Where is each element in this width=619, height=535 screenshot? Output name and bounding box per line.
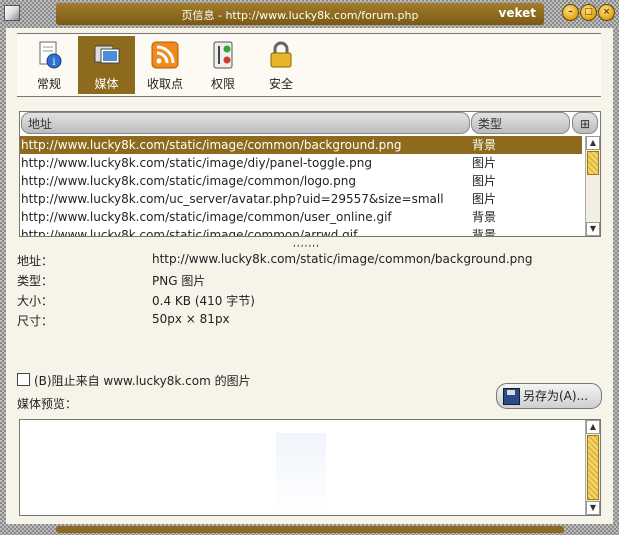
preview-scroll-thumb[interactable]: [587, 435, 599, 500]
minimize-button[interactable]: –: [562, 4, 579, 21]
table-row[interactable]: http://www.lucky8k.com/static/image/comm…: [20, 208, 582, 226]
row-address: http://www.lucky8k.com/static/image/comm…: [21, 138, 402, 152]
window-frame-right: [613, 28, 619, 535]
address-value: http://www.lucky8k.com/static/image/comm…: [152, 252, 533, 266]
row-type: 背景: [472, 138, 497, 152]
table-row[interactable]: http://www.lucky8k.com/static/image/comm…: [20, 136, 582, 154]
tab-general-label: 常规: [36, 77, 61, 91]
window-frame-bottom-handle[interactable]: [56, 526, 564, 533]
pane-splitter[interactable]: ,,,,,,,: [293, 239, 320, 249]
dimensions-value: 50px × 81px: [152, 312, 230, 326]
row-type: 背景: [472, 228, 497, 237]
close-button[interactable]: ×: [598, 4, 615, 21]
media-list[interactable]: 地址 类型 ⊞ http://www.lucky8k.com/static/im…: [19, 111, 601, 237]
general-info-icon: i: [39, 41, 62, 69]
table-row[interactable]: http://www.lucky8k.com/static/image/comm…: [20, 226, 582, 237]
window-frame-left: [0, 28, 6, 535]
column-picker-icon[interactable]: ⊞: [572, 112, 598, 134]
window-menu-icon[interactable]: [4, 5, 20, 21]
address-label: 地址：: [17, 254, 54, 268]
row-type: 图片: [472, 174, 497, 188]
column-header-type[interactable]: 类型: [471, 112, 570, 134]
tab-feeds-label: 收取点: [146, 77, 183, 91]
tab-permissions-label: 权限: [210, 77, 235, 91]
block-images-label[interactable]: (B)阻止来自 www.lucky8k.com 的图片: [34, 372, 251, 389]
media-preview: ▲ ▼: [19, 419, 601, 516]
tab-permissions[interactable]: 权限: [195, 36, 251, 94]
tab-media[interactable]: 媒体: [78, 36, 135, 94]
media-icon: [94, 45, 119, 64]
tab-media-label: 媒体: [94, 77, 119, 91]
dimensions-label: 尺寸：: [17, 314, 54, 328]
table-row[interactable]: http://www.lucky8k.com/static/image/comm…: [20, 172, 582, 190]
media-list-scrollbar[interactable]: ▲ ▼: [585, 136, 600, 236]
tab-general[interactable]: i 常规: [21, 36, 77, 94]
row-type: 背景: [472, 210, 497, 224]
title-center: 页信息 - http://www.lucky8k.com/forum.php v…: [56, 3, 544, 25]
media-preview-label: 媒体预览：: [17, 397, 78, 411]
save-icon: [503, 388, 520, 405]
lock-icon: [270, 41, 292, 68]
block-images-checkbox[interactable]: [17, 373, 30, 386]
tab-security[interactable]: 安全: [253, 36, 309, 94]
size-label: 大小：: [17, 294, 54, 308]
tab-feeds[interactable]: 收取点: [137, 36, 193, 94]
permissions-icon: [213, 41, 233, 69]
maximize-button[interactable]: □: [580, 4, 597, 21]
preview-image: [276, 433, 326, 514]
row-type: 图片: [472, 192, 497, 206]
row-type: 图片: [472, 156, 497, 170]
title-bar[interactable]: 页信息 - http://www.lucky8k.com/forum.php v…: [0, 0, 619, 28]
rss-feed-icon: [151, 41, 179, 69]
row-address: http://www.lucky8k.com/static/image/comm…: [21, 228, 358, 237]
svg-text:i: i: [52, 57, 55, 68]
type-label: 类型：: [17, 274, 54, 288]
column-header-address[interactable]: 地址: [21, 112, 470, 134]
row-address: http://www.lucky8k.com/static/image/comm…: [21, 174, 356, 188]
table-row[interactable]: http://www.lucky8k.com/uc_server/avatar.…: [20, 190, 582, 208]
save-as-label: 另存为(A)...: [523, 389, 589, 403]
scroll-up-arrow[interactable]: ▲: [586, 136, 600, 150]
save-as-button[interactable]: 另存为(A)...: [496, 383, 602, 409]
window-frame-bottom: [0, 524, 619, 535]
row-address: http://www.lucky8k.com/static/image/diy/…: [21, 156, 372, 170]
window-title: 页信息 - http://www.lucky8k.com/forum.php: [181, 9, 419, 22]
table-row[interactable]: http://www.lucky8k.com/static/image/diy/…: [20, 154, 582, 172]
preview-scroll-up-arrow[interactable]: ▲: [586, 420, 600, 434]
tab-security-label: 安全: [268, 77, 293, 91]
row-address: http://www.lucky8k.com/uc_server/avatar.…: [21, 192, 444, 206]
scroll-thumb[interactable]: [587, 151, 599, 175]
type-value: PNG 图片: [152, 274, 206, 288]
page-info-toolbar: i 常规 媒体 收取点 权限 安全: [17, 33, 601, 97]
preview-scrollbar[interactable]: ▲ ▼: [585, 420, 600, 515]
media-rows: http://www.lucky8k.com/static/image/comm…: [20, 136, 582, 237]
window-user: veket: [498, 6, 537, 20]
size-value: 0.4 KB (410 字节): [152, 294, 255, 308]
scroll-down-arrow[interactable]: ▼: [586, 222, 600, 236]
row-address: http://www.lucky8k.com/static/image/comm…: [21, 210, 392, 224]
preview-scroll-down-arrow[interactable]: ▼: [586, 501, 600, 515]
